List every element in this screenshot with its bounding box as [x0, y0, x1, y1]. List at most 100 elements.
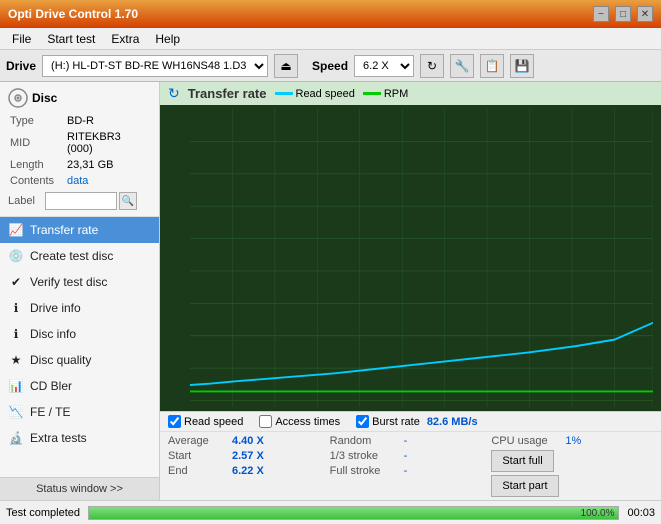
- burst-rate-checkbox-label: Burst rate: [372, 416, 420, 428]
- disc-icon: [8, 88, 28, 108]
- contents-value: data: [67, 174, 149, 188]
- menu-start-test[interactable]: Start test: [39, 30, 103, 48]
- stroke13-value: -: [404, 450, 408, 462]
- eject-button[interactable]: ⏏: [274, 54, 298, 78]
- mid-value: RITEKBR3 (000): [67, 130, 149, 156]
- copy-button[interactable]: 📋: [480, 54, 504, 78]
- nav-drive-info[interactable]: ℹ Drive info: [0, 295, 159, 321]
- content-area: ↻ Transfer rate Read speed RPM: [160, 82, 661, 500]
- type-value: BD-R: [67, 114, 149, 128]
- average-label: Average: [168, 435, 228, 447]
- verify-disc-icon: ✔: [8, 274, 24, 290]
- contents-label: Contents: [10, 174, 65, 188]
- legend-rpm: RPM: [363, 88, 408, 100]
- checkbox-burst-rate[interactable]: Burst rate 82.6 MB/s: [356, 415, 477, 428]
- burst-rate-value: 82.6 MB/s: [427, 416, 478, 428]
- access-times-checkbox-label: Access times: [275, 416, 340, 428]
- time-text: 00:03: [627, 507, 655, 519]
- end-value: 6.22 X: [232, 465, 264, 477]
- statusbar: Test completed 100.0% 00:03: [0, 500, 661, 524]
- label-row: Label 🔍: [8, 192, 151, 210]
- nav-cd-bler-label: CD Bler: [30, 379, 72, 393]
- create-disc-icon: 💿: [8, 248, 24, 264]
- average-value: 4.40 X: [232, 435, 264, 447]
- checkboxes-row: Read speed Access times Burst rate 82.6 …: [160, 412, 661, 432]
- read-speed-checkbox[interactable]: [168, 415, 181, 428]
- status-text: Test completed: [6, 507, 80, 519]
- nav-verify-test-disc-label: Verify test disc: [30, 275, 107, 289]
- chart-header: ↻ Transfer rate Read speed RPM: [160, 82, 661, 105]
- disc-quality-icon: ★: [8, 352, 24, 368]
- disc-title: Disc: [32, 91, 57, 105]
- checkbox-read-speed[interactable]: Read speed: [168, 415, 243, 428]
- nav-extra-tests[interactable]: 🔬 Extra tests: [0, 425, 159, 451]
- drive-select[interactable]: (H:) HL-DT-ST BD-RE WH16NS48 1.D3: [42, 55, 268, 77]
- start-label: Start: [168, 450, 228, 462]
- legend-read-speed-label: Read speed: [296, 88, 355, 100]
- legend-read-speed-color: [275, 92, 293, 95]
- burst-rate-checkbox[interactable]: [356, 415, 369, 428]
- minimize-button[interactable]: −: [593, 6, 609, 22]
- menu-file[interactable]: File: [4, 30, 39, 48]
- fullstroke-value: -: [404, 465, 408, 477]
- drive-info-icon: ℹ: [8, 300, 24, 316]
- nav-disc-info-label: Disc info: [30, 327, 76, 341]
- length-value: 23,31 GB: [67, 158, 149, 172]
- type-label: Type: [10, 114, 65, 128]
- start-part-button[interactable]: Start part: [491, 475, 558, 497]
- nav-fe-te[interactable]: 📉 FE / TE: [0, 399, 159, 425]
- extra-tests-icon: 🔬: [8, 430, 24, 446]
- nav-transfer-rate-label: Transfer rate: [30, 223, 98, 237]
- drivebar: Drive (H:) HL-DT-ST BD-RE WH16NS48 1.D3 …: [0, 50, 661, 82]
- random-row: Random -: [330, 434, 492, 448]
- mid-label: MID: [10, 130, 65, 156]
- access-times-checkbox[interactable]: [259, 415, 272, 428]
- maximize-button[interactable]: □: [615, 6, 631, 22]
- disc-panel: Disc Type BD-R MID RITEKBR3 (000) Length…: [0, 82, 159, 217]
- nav-extra-tests-label: Extra tests: [30, 431, 87, 445]
- start-part-row: Start part: [491, 474, 653, 498]
- legend-read-speed: Read speed: [275, 88, 355, 100]
- random-label: Random: [330, 435, 400, 447]
- menu-help[interactable]: Help: [147, 30, 188, 48]
- close-button[interactable]: ✕: [637, 6, 653, 22]
- nav-fe-te-label: FE / TE: [30, 405, 70, 419]
- chart-svg: 18 X 16 X 14 X 12 X 10 X 8 X 6 X 4 X 2 X…: [190, 109, 653, 407]
- fullstroke-row: Full stroke -: [330, 464, 492, 478]
- chart-area: 18 X 16 X 14 X 12 X 10 X 8 X 6 X 4 X 2 X…: [160, 105, 661, 411]
- start-full-button[interactable]: Start full: [491, 450, 553, 472]
- chart-title-icon: ↻: [168, 85, 180, 102]
- label-label: Label: [8, 195, 43, 207]
- disc-header: Disc: [8, 88, 151, 108]
- checkbox-access-times[interactable]: Access times: [259, 415, 340, 428]
- speed-label: Speed: [312, 59, 348, 73]
- fullstroke-label: Full stroke: [330, 465, 400, 477]
- save-button[interactable]: 💾: [510, 54, 534, 78]
- start-row: Start 2.57 X: [168, 449, 330, 463]
- disc-info-icon: ℹ: [8, 326, 24, 342]
- menubar: File Start test Extra Help: [0, 28, 661, 50]
- nav-disc-info[interactable]: ℹ Disc info: [0, 321, 159, 347]
- start-value: 2.57 X: [232, 450, 264, 462]
- nav-drive-info-label: Drive info: [30, 301, 81, 315]
- start-full-row: Start full: [491, 449, 653, 473]
- nav-transfer-rate[interactable]: 📈 Transfer rate: [0, 217, 159, 243]
- speed-select[interactable]: 6.2 X: [354, 55, 414, 77]
- nav-disc-quality[interactable]: ★ Disc quality: [0, 347, 159, 373]
- label-browse-button[interactable]: 🔍: [119, 192, 137, 210]
- progress-bar-container: 100.0%: [88, 506, 619, 520]
- nav-cd-bler[interactable]: 📊 CD Bler: [0, 373, 159, 399]
- data-panel: Read speed Access times Burst rate 82.6 …: [160, 411, 661, 500]
- nav-create-test-disc[interactable]: 💿 Create test disc: [0, 243, 159, 269]
- config-button[interactable]: 🔧: [450, 54, 474, 78]
- refresh-button[interactable]: ↻: [420, 54, 444, 78]
- stats-col-2: Random - 1/3 stroke - Full stroke -: [330, 434, 492, 498]
- random-value: -: [404, 435, 408, 447]
- menu-extra[interactable]: Extra: [103, 30, 147, 48]
- average-row: Average 4.40 X: [168, 434, 330, 448]
- chart-title: Transfer rate: [188, 86, 267, 101]
- end-label: End: [168, 465, 228, 477]
- status-window-button[interactable]: Status window >>: [0, 477, 159, 500]
- nav-verify-test-disc[interactable]: ✔ Verify test disc: [0, 269, 159, 295]
- label-input[interactable]: [45, 192, 117, 210]
